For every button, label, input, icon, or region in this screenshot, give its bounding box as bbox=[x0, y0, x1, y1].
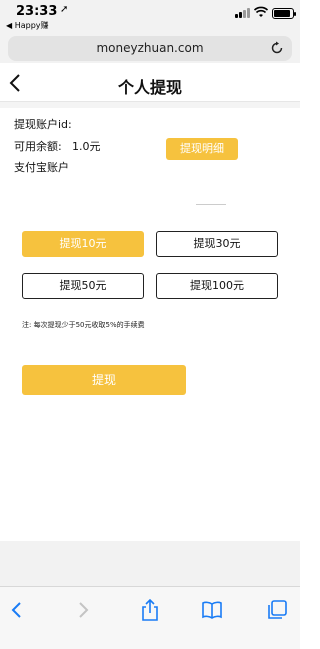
divider bbox=[0, 102, 300, 108]
amount-option-30[interactable]: 提现30元 bbox=[156, 231, 278, 257]
page-title: 个人提现 bbox=[117, 78, 182, 97]
nav-header: 个人提现 bbox=[0, 66, 300, 102]
withdraw-button[interactable]: 提现 bbox=[22, 365, 186, 395]
status-bar: 23:33 ➚ ◀ Happy赚 bbox=[0, 0, 300, 36]
withdraw-detail-button[interactable]: 提现明细 bbox=[166, 138, 238, 160]
share-icon[interactable] bbox=[139, 599, 161, 621]
account-id-label: 提现账户id: bbox=[14, 118, 72, 131]
page-footer-area bbox=[0, 541, 300, 586]
signal-icon bbox=[235, 8, 251, 18]
amount-option-50[interactable]: 提现50元 bbox=[22, 273, 144, 299]
reload-icon[interactable] bbox=[270, 41, 284, 55]
browser-toolbar bbox=[0, 586, 300, 649]
alipay-account-label: 支付宝账户 bbox=[14, 161, 69, 174]
tabs-icon[interactable] bbox=[266, 599, 288, 621]
bookmarks-icon[interactable] bbox=[201, 599, 223, 621]
status-time: 23:33 bbox=[16, 4, 58, 19]
back-icon[interactable] bbox=[6, 599, 28, 621]
amount-option-10[interactable]: 提现10元 bbox=[22, 231, 144, 257]
url-text: moneyzhuan.com bbox=[96, 41, 204, 55]
balance-label: 可用余额: bbox=[14, 140, 62, 153]
balance-value: 1.0元 bbox=[72, 140, 101, 153]
amount-option-100[interactable]: 提现100元 bbox=[156, 273, 278, 299]
fee-note: 注: 每次提现少于50元收取5%的手续费 bbox=[22, 321, 145, 329]
wifi-icon bbox=[254, 6, 268, 17]
forward-icon[interactable] bbox=[72, 599, 94, 621]
address-area: moneyzhuan.com bbox=[0, 36, 300, 63]
alipay-account-input[interactable] bbox=[196, 204, 226, 205]
location-icon: ➚ bbox=[60, 4, 69, 15]
battery-icon bbox=[272, 8, 296, 19]
address-bar[interactable]: moneyzhuan.com bbox=[8, 36, 292, 61]
back-to-app-link[interactable]: ◀ Happy赚 bbox=[6, 20, 49, 31]
